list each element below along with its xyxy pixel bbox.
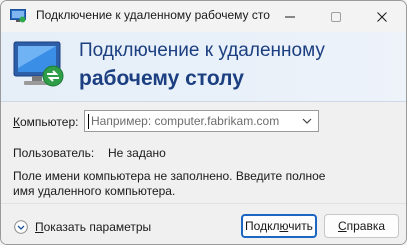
computer-input-placeholder: Например: computer.fabrikam.com xyxy=(91,114,280,128)
title-bar[interactable]: Подключение к удаленному рабочему сто xyxy=(1,1,406,32)
minimize-button[interactable] xyxy=(267,1,313,32)
connect-access-key: ю xyxy=(279,219,289,233)
show-options-text: оказать параметры xyxy=(43,220,152,234)
chevron-down-icon[interactable] xyxy=(302,118,312,124)
text-caret xyxy=(88,114,89,129)
connect-label-pre: Подкл xyxy=(245,219,280,233)
window-title: Подключение к удаленному рабочему сто xyxy=(36,8,270,22)
connect-label-post: чить xyxy=(288,219,313,233)
user-value: Не задано xyxy=(108,146,166,160)
footer-bar: Показать параметры Подключить Справка xyxy=(1,203,406,244)
show-options-access-key: П xyxy=(35,220,44,234)
help-button[interactable]: Справка xyxy=(324,214,399,238)
maximize-icon xyxy=(331,12,341,22)
show-options-link[interactable]: Показать параметры xyxy=(35,220,151,234)
computer-combobox[interactable]: Например: computer.fabrikam.com xyxy=(84,110,319,132)
remote-desktop-icon xyxy=(13,41,64,87)
banner-title-line2: рабочему столу xyxy=(79,67,244,90)
help-access-key: С xyxy=(337,219,347,233)
show-options-toggle-icon[interactable] xyxy=(14,220,28,234)
minimize-icon xyxy=(285,16,295,18)
app-icon xyxy=(10,9,26,23)
computer-label-access-key: К xyxy=(13,115,20,129)
rdp-window: Подключение к удаленному рабочему сто По… xyxy=(0,0,407,245)
help-label-text: правка xyxy=(346,219,386,233)
connect-button[interactable]: Подключить xyxy=(241,214,317,238)
banner-title-line1: Подключение к удаленному xyxy=(79,40,325,61)
header-banner: Подключение к удаленному рабочему столу xyxy=(1,32,406,102)
status-message: Поле имени компьютера не заполнено. Введ… xyxy=(13,169,326,198)
close-icon xyxy=(377,12,387,22)
user-label: Пользователь: xyxy=(13,146,95,160)
computer-label-text: омпьютер: xyxy=(20,115,79,129)
maximize-button[interactable] xyxy=(313,1,359,32)
close-button[interactable] xyxy=(359,1,405,32)
computer-label: Компьютер: xyxy=(13,115,78,129)
